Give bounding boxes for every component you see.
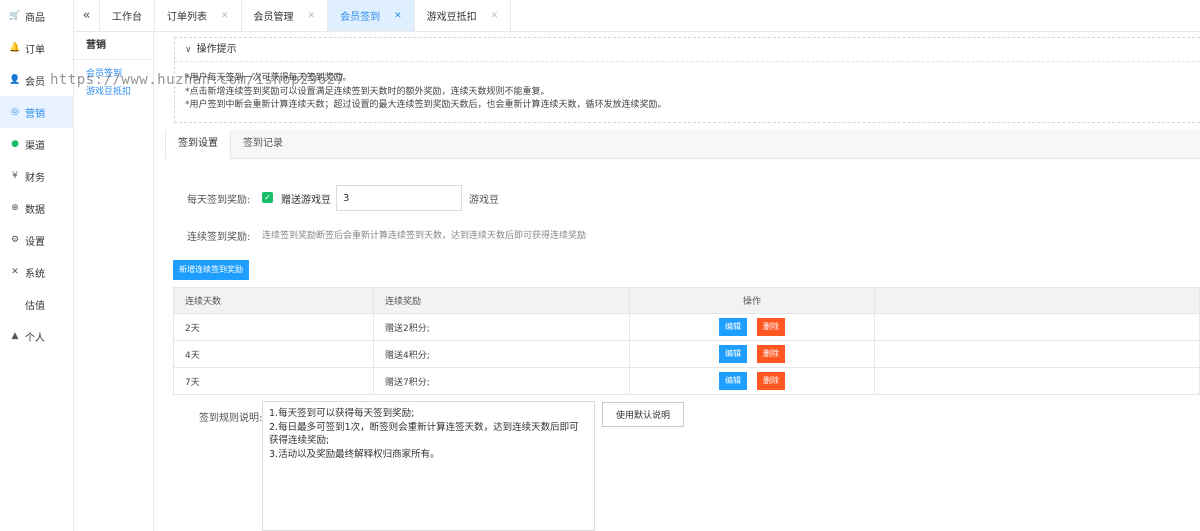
user-icon: 👤 — [9, 75, 21, 85]
check-icon: ✓ — [264, 193, 271, 202]
gear-icon: ⚙ — [10, 235, 20, 245]
table-row: 4天 赠送4积分; 编辑 删除 — [173, 340, 1200, 368]
cart-icon: 🛒 — [9, 11, 21, 21]
sidebar-item-data[interactable]: ⊕ 数据 — [0, 192, 73, 224]
sidebar-item-valuation[interactable]: 估值 — [0, 288, 73, 320]
sidebar-item-label: 商品 — [25, 12, 45, 24]
cell-days: 2天 — [173, 313, 374, 341]
table-header-row: 连续天数 连续奖励 操作 — [173, 287, 1200, 314]
tab-workbench[interactable]: 工作台 — [100, 0, 155, 31]
tip-line: *点击新增连续签到奖励可以设置满足连续签到天数时的额外奖励，连续天数规则不能重复… — [185, 86, 550, 97]
delete-button[interactable]: 删除 — [757, 318, 785, 336]
channel-icon: ● — [11, 139, 19, 149]
sidebar-item-system[interactable]: ✕ 系统 — [0, 256, 73, 288]
submenu-panel: 营销 会员签到 游戏豆抵扣 — [74, 32, 154, 531]
tips-panel: ∨ 操作提示 *用户每天签到一次可获得每天签到奖励。 *点击新增连续签到奖励可以设… — [174, 37, 1200, 123]
table-row: 7天 赠送7积分; 编辑 删除 — [173, 367, 1200, 395]
cell-reward: 赠送7积分; — [373, 367, 630, 395]
sidebar-item-label: 会员 — [25, 76, 45, 88]
sidebar-item-marketing[interactable]: ◎ 营销 — [0, 96, 73, 128]
close-icon[interactable]: ✕ — [394, 11, 402, 21]
cell-reward: 赠送4积分; — [373, 340, 630, 368]
sidebar-item-label: 财务 — [25, 172, 45, 184]
bell-icon: 🔔 — [9, 43, 21, 53]
sidebar-item-finance[interactable]: ¥ 财务 — [0, 160, 73, 192]
globe-icon: ⊕ — [11, 203, 19, 213]
rule-line: 3.活动以及奖励最终解释权归商家所有。 — [269, 448, 440, 460]
gift-beans-label: 赠送游戏豆 — [281, 195, 331, 206]
page-tab-bar: « 工作台 订单列表 ✕ 会员管理 ✕ 会员签到 ✕ 游戏豆抵扣 ✕ — [74, 0, 1200, 32]
tab-game-bean-deduction[interactable]: 游戏豆抵扣 ✕ — [415, 0, 512, 31]
tab-checkin-settings[interactable]: 签到设置 — [165, 130, 231, 159]
delete-button[interactable]: 删除 — [757, 345, 785, 363]
sidebar-item-orders[interactable]: 🔔 订单 — [0, 32, 73, 64]
use-default-rules-button[interactable]: 使用默认说明 — [602, 402, 684, 427]
sidebar-item-label: 设置 — [25, 236, 45, 248]
sidebar-item-label: 数据 — [25, 204, 45, 216]
daily-beans-input[interactable] — [336, 185, 462, 211]
settings-tabs: 签到设置 签到记录 — [165, 130, 1200, 159]
column-header-days: 连续天数 — [173, 287, 374, 314]
unit-label: 游戏豆 — [469, 195, 499, 206]
rules-label: 签到规则说明: — [199, 413, 263, 424]
finance-icon: ¥ — [12, 171, 18, 181]
rule-line: 1.每天签到可以获得每天签到奖励; — [269, 408, 415, 419]
sidebar-item-label: 系统 — [25, 268, 45, 280]
cell-days: 7天 — [173, 367, 374, 395]
sidebar-item-label: 营销 — [25, 108, 45, 120]
tips-header[interactable]: ∨ 操作提示 — [175, 38, 1200, 62]
close-icon[interactable]: ✕ — [491, 11, 499, 21]
cell-reward: 赠送2积分; — [373, 313, 630, 341]
sidebar-item-label: 估值 — [25, 300, 45, 312]
sidebar-item-personal[interactable]: ▲ 个人 — [0, 320, 73, 352]
column-header-actions: 操作 — [629, 287, 875, 314]
submenu-title: 营销 — [74, 32, 153, 60]
sidebar-item-label: 订单 — [25, 44, 45, 56]
person-icon: ▲ — [11, 331, 19, 341]
sidebar-item-channel[interactable]: ● 渠道 — [0, 128, 73, 160]
submenu-item-game-bean-deduction[interactable]: 游戏豆抵扣 — [74, 78, 153, 106]
sidebar-item-goods[interactable]: 🛒 商品 — [0, 0, 73, 32]
add-continuous-reward-button[interactable]: 新增连续签到奖励 — [173, 260, 249, 280]
cell-days: 4天 — [173, 340, 374, 368]
edit-button[interactable]: 编辑 — [719, 318, 747, 336]
tab-member-management[interactable]: 会员管理 ✕ — [242, 0, 329, 31]
sidebar-item-label: 渠道 — [25, 140, 45, 152]
tab-order-list[interactable]: 订单列表 ✕ — [155, 0, 242, 31]
tip-line: *用户签到中断会重新计算连续天数；超过设置的最大连续签到奖励天数后，也会重新计算… — [185, 100, 667, 110]
tab-checkin-records[interactable]: 签到记录 — [231, 130, 295, 158]
double-chevron-left-icon: « — [82, 8, 91, 23]
collapse-sidebar-button[interactable]: « — [74, 0, 100, 31]
daily-reward-label: 每天签到奖励: — [187, 195, 251, 206]
system-icon: ✕ — [11, 267, 19, 277]
gift-beans-checkbox[interactable]: ✓ — [262, 192, 273, 203]
edit-button[interactable]: 编辑 — [719, 372, 747, 390]
rules-textarea[interactable]: 1.每天签到可以获得每天签到奖励; 2.每日最多可签到1次，断签则会重新计算连签… — [262, 401, 595, 531]
close-icon[interactable]: ✕ — [221, 11, 229, 21]
tips-body: *用户每天签到一次可获得每天签到奖励。 *点击新增连续签到奖励可以设置满足连续签… — [175, 62, 1200, 113]
marketing-icon: ◎ — [11, 107, 19, 117]
continuous-reward-label: 连续签到奖励: — [187, 232, 251, 243]
tab-member-checkin[interactable]: 会员签到 ✕ — [328, 0, 415, 31]
edit-button[interactable]: 编辑 — [719, 345, 747, 363]
delete-button[interactable]: 删除 — [757, 372, 785, 390]
continuous-reward-table: 连续天数 连续奖励 操作 2天 赠送2积分; 编辑 删除 4天 赠送4积分; 编辑… — [173, 287, 1200, 395]
column-header-reward: 连续奖励 — [373, 287, 630, 314]
close-icon[interactable]: ✕ — [308, 11, 316, 21]
sidebar-item-settings[interactable]: ⚙ 设置 — [0, 224, 73, 256]
sidebar-item-label: 个人 — [25, 332, 45, 344]
continuous-reward-hint: 连续签到奖励断签后会重新计算连续签到天数，达到连续天数后即可获得连续奖励 — [262, 231, 587, 241]
table-row: 2天 赠送2积分; 编辑 删除 — [173, 313, 1200, 341]
sidebar-item-members[interactable]: 👤 会员 — [0, 64, 73, 96]
tip-line: *用户每天签到一次可获得每天签到奖励。 — [185, 73, 352, 83]
chevron-down-icon: ∨ — [185, 44, 192, 55]
main-sidebar: 🛒 商品 🔔 订单 👤 会员 ◎ 营销 ● 渠道 ¥ 财务 ⊕ 数据 ⚙ 设置 ✕ 系统 估值 ▲… — [0, 0, 74, 531]
main-content: ∨ 操作提示 *用户每天签到一次可获得每天签到奖励。 *点击新增连续签到奖励可以设… — [165, 32, 1200, 531]
rule-line: 2.每日最多可签到1次，断签则会重新计算连签天数，达到连续天数后即可获得连续奖励… — [269, 421, 579, 447]
